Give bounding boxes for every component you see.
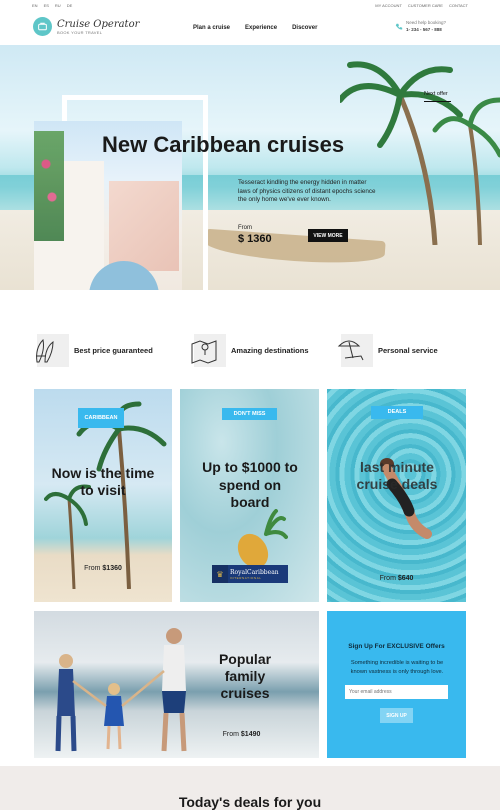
deals-section-title: Today's deals for you — [178, 794, 322, 810]
utility-links: MY ACCOUNT CUSTOMER CARE CONTACT — [375, 3, 468, 8]
language-switcher: EN ES RU DE — [32, 3, 72, 8]
lang-de[interactable]: DE — [67, 3, 73, 8]
phone-icon — [395, 23, 403, 30]
feature-personal-service: Personal service — [337, 334, 438, 367]
card-title: Popular family cruises — [218, 651, 272, 701]
customer-care-link[interactable]: CUSTOMER CARE — [408, 3, 443, 8]
contact-link[interactable]: CONTACT — [449, 3, 468, 8]
site-header: Cruise Operator BOOK YOUR TRAVEL Plan a … — [0, 11, 500, 45]
nav-experience[interactable]: Experience — [245, 25, 277, 31]
card-dont-miss[interactable]: DON'T MISS Up to $1000 to spend on board… — [180, 389, 319, 602]
badge-deals: DEALS — [371, 406, 423, 419]
lang-es[interactable]: ES — [44, 3, 49, 8]
booking-help: Need help booking? 1- 234 - 567 - 888 — [395, 20, 446, 32]
signup-box: Sign Up For EXCLUSIVE Offers Something i… — [327, 611, 466, 758]
hero-from-label: From — [238, 225, 252, 231]
card-title: Now is the time to visit — [51, 465, 155, 498]
badge-dont-miss: DON'T MISS — [222, 408, 277, 420]
card-caribbean[interactable]: CARIBBEAN Now is the time to visit From … — [34, 389, 172, 602]
palm-tree-icon — [340, 61, 500, 245]
surfboards-icon — [36, 338, 54, 363]
sign-up-button[interactable]: SIGN UP — [380, 708, 413, 723]
lang-ru[interactable]: RU — [55, 3, 61, 8]
feature-label: Best price guaranteed — [74, 346, 153, 355]
next-offer-link[interactable]: Next offer — [424, 91, 451, 102]
crown-icon: ♛ — [212, 565, 228, 583]
card-deals[interactable]: DEALS last minute cruise deals From $640 — [327, 389, 466, 602]
feature-best-price: Best price guaranteed — [36, 334, 153, 367]
main-nav: Plan a cruise Experience Discover — [193, 25, 317, 31]
signup-description: Something incredible is waiting to be kn… — [350, 660, 444, 675]
next-offer-label: Next offer — [424, 91, 448, 97]
hero-description: Tesseract kindling the energy hidden in … — [238, 179, 376, 203]
hero-banner: New Caribbean cruises Tesseract kindling… — [0, 45, 500, 290]
card-title: Up to $1000 to spend on board — [202, 459, 298, 510]
royal-caribbean-logo: ♛ RoyalCaribbean INTERNATIONAL — [212, 565, 288, 583]
suitcase-icon — [33, 17, 52, 36]
nav-discover[interactable]: Discover — [292, 25, 317, 31]
top-bar: EN ES RU DE MY ACCOUNT CUSTOMER CARE CON… — [0, 0, 500, 11]
logo-tagline: BOOK YOUR TRAVEL — [57, 29, 103, 35]
feature-label: Amazing destinations — [231, 346, 309, 355]
map-pin-icon — [191, 340, 217, 364]
logo-name: Cruise Operator — [57, 18, 140, 30]
lang-en[interactable]: EN — [32, 3, 38, 8]
view-more-button[interactable]: VIEW MORE — [308, 229, 348, 242]
feature-destinations: Amazing destinations — [191, 334, 309, 367]
brand-sub: INTERNATIONAL — [230, 575, 262, 580]
hero-price: $ 1360 — [238, 233, 272, 245]
hero-title: New Caribbean cruises — [102, 132, 345, 157]
signup-title: Sign Up For EXCLUSIVE Offers — [348, 643, 445, 650]
card-price: From $1360 — [84, 565, 122, 572]
card-price: From $1490 — [222, 731, 261, 738]
badge-caribbean: CARIBBEAN — [78, 408, 124, 428]
card-price: From $640 — [379, 575, 414, 582]
email-field[interactable] — [345, 685, 448, 699]
booking-label: Need help booking? — [406, 20, 447, 25]
features-row: Best price guaranteed Amazing destinatio… — [0, 334, 500, 372]
feature-label: Personal service — [378, 346, 438, 355]
card-family[interactable]: Popular family cruises From $1490 — [34, 611, 319, 758]
brand-name: RoyalCaribbean — [230, 568, 279, 576]
card-title: last minute cruise deals — [356, 459, 438, 492]
logo[interactable]: Cruise Operator BOOK YOUR TRAVEL — [33, 17, 139, 36]
beach-umbrella-icon — [337, 340, 364, 361]
booking-phone[interactable]: 1- 234 - 567 - 888 — [406, 27, 446, 32]
nav-plan-a-cruise[interactable]: Plan a cruise — [193, 25, 230, 31]
my-account-link[interactable]: MY ACCOUNT — [375, 3, 402, 8]
